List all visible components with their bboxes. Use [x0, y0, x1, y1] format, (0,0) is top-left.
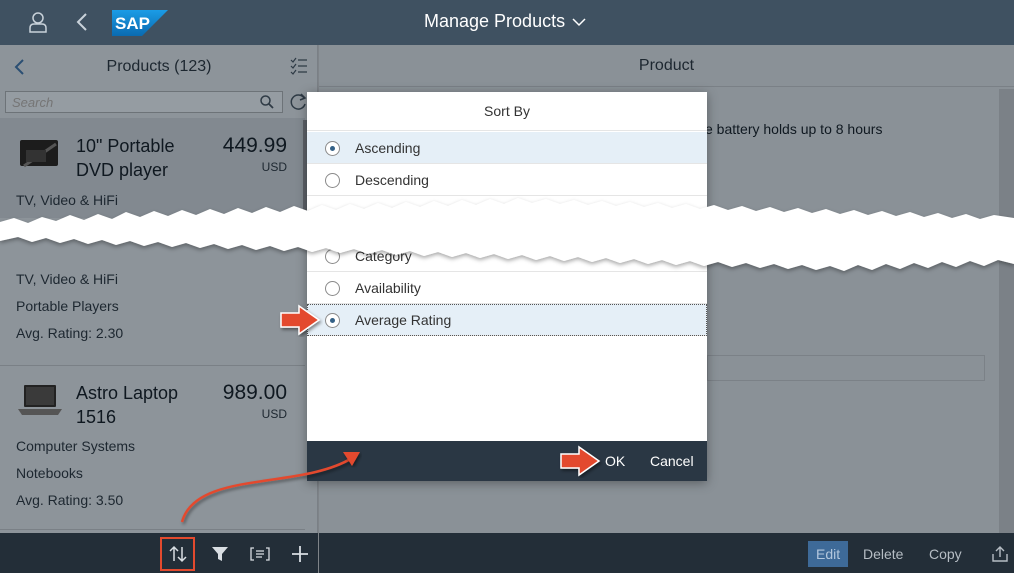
multi-select-icon[interactable]: [290, 57, 308, 80]
search-field[interactable]: [5, 91, 283, 113]
cancel-button[interactable]: Cancel: [650, 447, 694, 475]
sap-logo: SAP: [112, 10, 168, 36]
radio-button[interactable]: [325, 141, 340, 156]
dialog-title: Sort By: [307, 92, 707, 131]
divider: [0, 529, 305, 530]
shell-header: SAP Manage Products: [0, 0, 1014, 45]
refresh-icon[interactable]: [288, 92, 308, 117]
add-icon: [292, 546, 308, 562]
logo-text: SAP: [115, 14, 150, 33]
list-item[interactable]: TV, Video & HiFi Portable Players Avg. R…: [0, 269, 305, 365]
app-title: Manage Products: [424, 11, 566, 31]
item-price: 449.99: [222, 134, 287, 157]
search-icon[interactable]: [260, 95, 274, 114]
group-icon: [250, 547, 270, 561]
search-input[interactable]: [6, 92, 246, 112]
group-button[interactable]: [242, 540, 278, 568]
item-subcategory: Notebooks: [16, 465, 83, 481]
detail-description: e battery holds up to 8 hours: [705, 121, 883, 137]
delete-button[interactable]: Delete: [855, 541, 911, 567]
dialog-footer: OK Cancel: [307, 441, 707, 481]
master-title: Products (123): [106, 58, 212, 75]
chevron-down-icon: [572, 17, 586, 26]
master-header: Products (123): [0, 45, 318, 89]
sort-option-average-rating[interactable]: Average Rating: [307, 304, 707, 336]
item-category: Computer Systems: [16, 438, 136, 454]
list-item[interactable]: Astro Laptop 1516 989.00 USD Computer Sy…: [0, 365, 305, 545]
detail-scrollbar[interactable]: [999, 89, 1014, 533]
share-button[interactable]: [983, 541, 1014, 567]
radio-button[interactable]: [325, 313, 340, 328]
user-icon[interactable]: [24, 8, 52, 36]
sort-dialog: Sort By Ascending Descending Category Av…: [307, 92, 707, 481]
radio-button[interactable]: [325, 281, 340, 296]
item-subcategory: Portable Players: [16, 298, 119, 314]
master-back-icon[interactable]: [12, 57, 26, 82]
item-rating: Avg. Rating: 3.50: [16, 492, 124, 508]
sort-button[interactable]: [160, 537, 195, 571]
item-currency: USD: [261, 407, 287, 421]
detail-footer-toolbar: Edit Delete Copy: [319, 533, 1014, 573]
product-thumbnail: [16, 383, 64, 419]
add-button[interactable]: [282, 540, 318, 568]
app-title-menu[interactable]: Manage Products: [424, 11, 587, 32]
item-name: 10" Portable DVD player: [76, 136, 175, 180]
product-thumbnail: [16, 136, 64, 172]
option-label: Descending: [355, 171, 429, 188]
master-footer-toolbar: [0, 533, 318, 573]
detail-field: [707, 355, 985, 381]
ok-button[interactable]: OK: [605, 447, 625, 475]
sort-option-ascending[interactable]: Ascending: [307, 132, 707, 164]
radio-button[interactable]: [325, 173, 340, 188]
item-currency: USD: [261, 160, 287, 174]
back-icon[interactable]: [68, 8, 96, 36]
option-label: Availability: [355, 279, 421, 296]
option-label: Ascending: [355, 139, 421, 156]
filter-icon: [212, 547, 228, 561]
detail-title: Product: [638, 56, 695, 74]
share-icon: [992, 546, 1008, 562]
master-page: Products (123) 10" Portable DVD player 4…: [0, 45, 318, 533]
copy-button[interactable]: Copy: [921, 541, 970, 567]
item-rating: Avg. Rating: 2.30: [16, 325, 124, 341]
item-name: Astro Laptop 1516: [76, 383, 179, 427]
detail-header: Product: [319, 45, 1014, 87]
filter-button[interactable]: [202, 540, 238, 568]
item-price: 989.00: [222, 381, 287, 404]
torn-paper-gap: [0, 198, 1014, 271]
edit-button[interactable]: Edit: [808, 541, 849, 567]
option-label: Average Rating: [355, 311, 452, 328]
sort-icon: [168, 545, 187, 563]
